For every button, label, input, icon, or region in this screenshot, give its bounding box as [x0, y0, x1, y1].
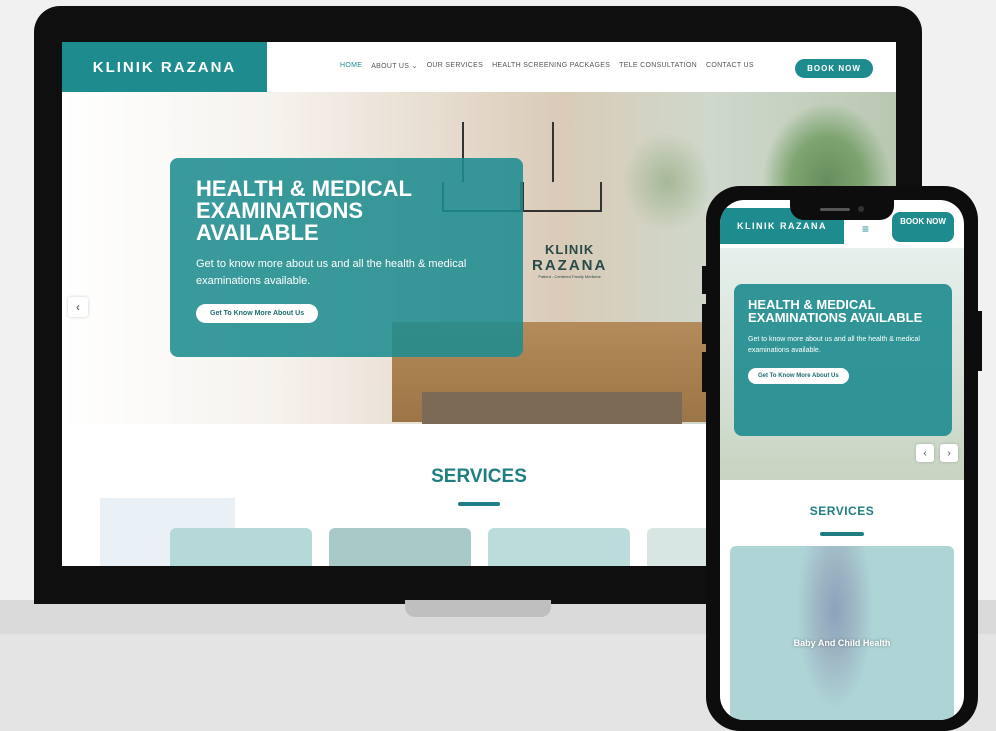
- nav-contact-us[interactable]: CONTACT US: [706, 62, 754, 70]
- phone-frame: KLINIK RAZANA ≡ BOOK NOW HEALTH & MEDICA…: [702, 186, 982, 731]
- hero-text: Get to know more about us and all the he…: [196, 258, 467, 287]
- main-menu: HOME ABOUT US ⌄ OUR SERVICES HEALTH SCRE…: [340, 62, 754, 70]
- hero-title: HEALTH & MEDICAL EXAMINATIONS AVAILABLE: [196, 176, 412, 245]
- service-card[interactable]: [170, 528, 312, 566]
- services-underline: [458, 502, 500, 506]
- wall-logo-image: KLINIK RAZANA Patient - Centered Family …: [532, 242, 607, 279]
- nav-health-screening[interactable]: HEALTH SCREENING PACKAGES: [492, 62, 610, 70]
- camera-dot: [858, 206, 864, 212]
- speaker-grille: [820, 208, 850, 211]
- service-card-label: Baby And Child Health: [793, 638, 891, 648]
- mobile-services-heading: SERVICES: [809, 504, 875, 518]
- mobile-book-now-button[interactable]: BOOK NOW: [892, 212, 954, 242]
- mobile-hero-card: HEALTH & MEDICAL EXAMINATIONS AVAILABLE …: [734, 284, 952, 436]
- wall-logo-line3: Patient - Centered Family Medicine: [538, 274, 601, 279]
- lamp-cord: [552, 122, 554, 182]
- nav-our-services[interactable]: OUR SERVICES: [427, 62, 483, 70]
- chevron-left-icon[interactable]: ‹: [68, 297, 88, 317]
- phone-side-button: [702, 266, 706, 294]
- phone-screen: KLINIK RAZANA ≡ BOOK NOW HEALTH & MEDICA…: [720, 200, 964, 720]
- plant-image: [622, 132, 712, 232]
- mobile-services-underline: [820, 532, 864, 536]
- hero-cta-button[interactable]: Get To Know More About Us: [196, 304, 319, 323]
- phone-side-button: [702, 304, 706, 344]
- mobile-hero-text: Get to know more about us and all the he…: [748, 336, 920, 354]
- hero-card: HEALTH & MEDICAL EXAMINATIONS AVAILABLE …: [170, 158, 523, 357]
- service-card[interactable]: [329, 528, 471, 566]
- reception-desk-image: [422, 392, 682, 424]
- phone-side-button: [702, 352, 706, 392]
- nav-tele-consultation[interactable]: TELE CONSULTATION: [619, 62, 697, 70]
- lamp-image: [522, 182, 602, 212]
- hamburger-menu-icon[interactable]: ≡: [862, 222, 874, 236]
- mobile-hero-title: HEALTH & MEDICAL EXAMINATIONS AVAILABLE: [748, 297, 923, 325]
- chevron-right-icon[interactable]: ›: [940, 444, 958, 462]
- service-card[interactable]: [488, 528, 630, 566]
- phone-side-button: [978, 311, 982, 371]
- book-now-button[interactable]: BOOK NOW: [795, 59, 873, 78]
- nav-about-us-label: ABOUT US: [371, 63, 410, 70]
- chevron-left-icon[interactable]: ‹: [916, 444, 934, 462]
- nav-about-us[interactable]: ABOUT US ⌄: [371, 62, 417, 70]
- baby-photo: [790, 546, 880, 720]
- chevron-down-icon: ⌄: [411, 63, 418, 70]
- top-navbar: KLINIK RAZANA HOME ABOUT US ⌄ OUR SERVIC…: [62, 42, 896, 94]
- laptop-stand: [405, 600, 551, 617]
- mobile-service-card[interactable]: Baby And Child Health: [730, 546, 954, 720]
- wall-logo-line2: RAZANA: [532, 257, 608, 274]
- mobile-hero-cta-button[interactable]: Get To Know More About Us: [748, 368, 849, 384]
- nav-home[interactable]: HOME: [340, 62, 362, 70]
- wall-logo-line1: KLINIK: [544, 242, 595, 257]
- phone-notch: [790, 200, 894, 220]
- brand-logo[interactable]: KLINIK RAZANA: [62, 42, 267, 92]
